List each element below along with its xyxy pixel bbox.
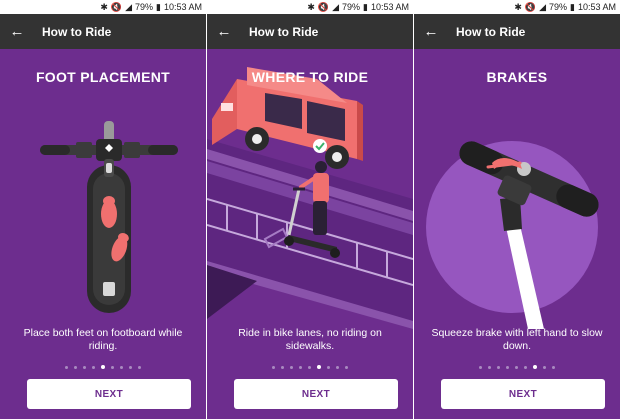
clock: 10:53 AM <box>577 2 616 12</box>
next-button[interactable]: NEXT <box>234 379 398 409</box>
page-dot <box>552 365 555 369</box>
status-bar: ✱ 🔇 ◢ 79% ▮ 10:53 AM <box>0 0 206 14</box>
status-bar: ✱ 🔇 ◢ 79% ▮ 10:53 AM <box>207 0 413 14</box>
page-dot <box>111 365 114 369</box>
status-bar: ✱ 🔇 ◢ 79% ▮ 10:53 AM <box>414 0 620 14</box>
page-dot <box>299 365 302 369</box>
app-title: How to Ride <box>456 24 526 39</box>
battery-icon: ▮ <box>363 2 368 12</box>
page-dot <box>138 365 141 369</box>
battery-percent: 79% <box>342 2 361 12</box>
screen-heading: WHERE TO RIDE <box>251 69 369 85</box>
clock: 10:53 AM <box>163 2 202 12</box>
page-dot-active <box>317 365 321 369</box>
page-dot-active <box>101 365 105 369</box>
next-button[interactable]: NEXT <box>441 379 605 409</box>
clock: 10:53 AM <box>370 2 409 12</box>
page-dot <box>120 365 123 369</box>
page-dot <box>506 365 509 369</box>
signal-icon: ◢ <box>332 2 339 12</box>
bike-lane-illustration <box>207 67 413 329</box>
page-dot <box>74 365 77 369</box>
instruction-caption: Place both feet on footboard while ridin… <box>23 327 183 352</box>
app-bar: ← How to Ride <box>207 14 413 49</box>
back-arrow-icon[interactable]: ← <box>414 14 448 49</box>
page-indicator <box>207 363 413 371</box>
mute-icon: 🔇 <box>524 2 537 12</box>
back-arrow-icon[interactable]: ← <box>207 14 241 49</box>
app-bar: ← How to Ride <box>0 14 206 49</box>
page-indicator <box>0 363 206 371</box>
screen-heading: BRAKES <box>486 69 548 85</box>
battery-icon: ▮ <box>156 2 161 12</box>
page-dot <box>65 365 68 369</box>
app-title: How to Ride <box>249 24 319 39</box>
battery-icon: ▮ <box>570 2 575 12</box>
signal-icon: ◢ <box>539 2 546 12</box>
app-bar: ← How to Ride <box>414 14 620 49</box>
content: BRAKES Squeeze brake with left hand to s… <box>414 49 620 419</box>
bluetooth-off-icon: ✱ <box>307 2 315 12</box>
back-arrow-icon[interactable]: ← <box>0 14 34 49</box>
page-dot <box>497 365 500 369</box>
page-dot <box>515 365 518 369</box>
next-button[interactable]: NEXT <box>27 379 191 409</box>
page-dot <box>336 365 339 369</box>
brake-lever-illustration <box>426 141 599 329</box>
page-dot <box>308 365 311 369</box>
app-title: How to Ride <box>42 24 112 39</box>
instruction-caption: Ride in bike lanes, no riding on sidewal… <box>238 327 382 352</box>
mute-icon: 🔇 <box>110 2 123 12</box>
page-dot <box>524 365 527 369</box>
page-indicator <box>414 363 620 371</box>
content: FOOT PLACEMENT Place both feet on footbo… <box>0 49 206 419</box>
screen-heading: FOOT PLACEMENT <box>35 69 171 85</box>
page-dot <box>129 365 132 369</box>
bluetooth-off-icon: ✱ <box>514 2 522 12</box>
battery-percent: 79% <box>135 2 154 12</box>
page-dot <box>345 365 348 369</box>
screen-where-to-ride: ✱ 🔇 ◢ 79% ▮ 10:53 AM ← How to Ride WHERE… <box>207 0 413 419</box>
screen-foot-placement: ✱ 🔇 ◢ 79% ▮ 10:53 AM ← How to Ride FOOT … <box>0 0 206 419</box>
battery-percent: 79% <box>549 2 568 12</box>
scooter-top-view-illustration <box>40 121 178 313</box>
signal-icon: ◢ <box>125 2 132 12</box>
screen-brakes: ✱ 🔇 ◢ 79% ▮ 10:53 AM ← How to Ride BRAKE… <box>414 0 620 419</box>
page-dot <box>272 365 275 369</box>
page-dot <box>327 365 330 369</box>
page-dot <box>281 365 284 369</box>
page-dot <box>488 365 491 369</box>
mute-icon: 🔇 <box>317 2 330 12</box>
content: WHERE TO RIDE Ride in bike lanes, no rid… <box>207 49 413 419</box>
page-dot <box>543 365 546 369</box>
instruction-caption: Squeeze brake with left hand to slow dow… <box>431 327 603 352</box>
page-dot-active <box>533 365 537 369</box>
page-dot <box>83 365 86 369</box>
bluetooth-off-icon: ✱ <box>100 2 108 12</box>
page-dot <box>290 365 293 369</box>
screenshot-strip: ✱ 🔇 ◢ 79% ▮ 10:53 AM ← How to Ride FOOT … <box>0 0 620 419</box>
page-dot <box>92 365 95 369</box>
page-dot <box>479 365 482 369</box>
